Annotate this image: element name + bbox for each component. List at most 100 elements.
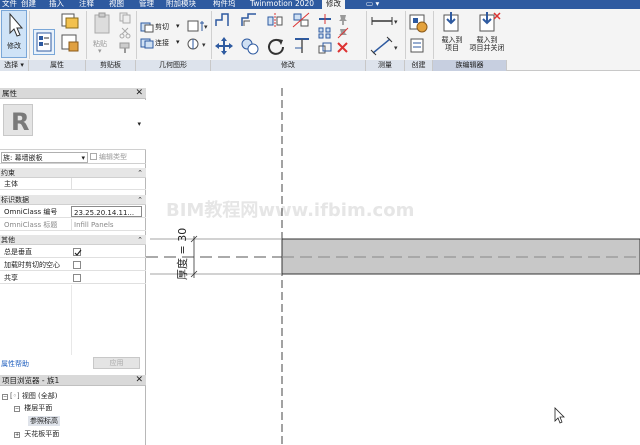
offset-button[interactable]: [240, 12, 258, 28]
shared-checkbox[interactable]: [73, 274, 81, 282]
tree-item-views-label: 视图 (全部): [21, 392, 58, 400]
paste-button[interactable]: 粘贴 ▾: [89, 12, 115, 58]
pin-icon: [339, 15, 347, 25]
move-icon: [215, 37, 233, 55]
property-row-cut-with-voids: 加载时剪切的空心: [0, 259, 146, 271]
modify-button[interactable]: 修改: [1, 10, 27, 58]
tab-insert[interactable]: 插入: [49, 0, 64, 9]
family-category-button[interactable]: [60, 33, 80, 53]
array-button[interactable]: [318, 27, 332, 39]
dimension-button[interactable]: ▾: [370, 36, 400, 56]
tab-addins[interactable]: 附加模块: [166, 0, 196, 9]
dimension-label[interactable]: 厚度 = 30: [175, 228, 189, 280]
omniclass-number-value[interactable]: 23.25.20.14.11...: [71, 206, 142, 217]
load-into-project-icon: [443, 12, 459, 32]
create-similar-button[interactable]: [408, 13, 432, 35]
tab-extra-dropdown[interactable]: ▭ ▾: [366, 0, 379, 9]
copy-element-button[interactable]: [240, 36, 260, 56]
paste-dropdown-icon: ▾: [98, 47, 102, 55]
cut-geometry-button[interactable]: 剪切 ▾: [140, 21, 188, 33]
family-type-filter: 族: 幕墙嵌板 ▾ 编辑类型: [0, 151, 146, 164]
copy-button[interactable]: [118, 12, 132, 24]
property-row-host: 主体: [0, 178, 146, 190]
tree-item-ceiling-plans-label: 天花板平面: [24, 430, 60, 438]
properties-button[interactable]: [33, 29, 55, 55]
type-selector[interactable]: R ▾: [0, 100, 146, 150]
tab-create[interactable]: 创建: [21, 0, 36, 9]
expand-toggle-icon: +: [14, 432, 20, 438]
group-constraints[interactable]: 约束 ⌃: [0, 168, 146, 178]
always-vertical-checkbox[interactable]: [73, 248, 82, 256]
match-properties-button[interactable]: [118, 42, 132, 54]
tab-file[interactable]: 文件: [2, 0, 17, 9]
rotate-button[interactable]: [266, 36, 286, 56]
properties-help-link[interactable]: 属性帮助: [1, 359, 29, 369]
cut-clip-button[interactable]: [118, 27, 132, 39]
svg-text:▾: ▾: [394, 44, 398, 52]
mirror-axis-icon: [267, 13, 283, 27]
drawing-area[interactable]: BIM教程网www.ifbim.com 厚度 = 30: [146, 88, 640, 445]
split-face-icon: ▾: [187, 38, 206, 50]
svg-text:R: R: [11, 108, 29, 136]
revit-r-icon: R: [11, 108, 29, 136]
type-selector-dropdown-icon[interactable]: ▾: [137, 120, 141, 128]
tab-view[interactable]: 视图: [109, 0, 124, 9]
apply-button[interactable]: 应用: [93, 357, 140, 369]
edit-type-button[interactable]: 编辑类型: [90, 152, 142, 163]
wall-joins-button[interactable]: ▾: [186, 19, 210, 33]
create-panel-label: 创建: [405, 60, 433, 71]
tree-item-floor-plans[interactable]: − 楼层平面: [14, 403, 52, 413]
mirror-draw-axis-button[interactable]: [292, 12, 310, 28]
split-element-icon: [319, 14, 331, 24]
scale-button[interactable]: [318, 42, 332, 54]
tab-component-dock[interactable]: 构件坞: [213, 0, 236, 9]
close-icon[interactable]: ✕: [135, 88, 143, 99]
collapse-icon: ⌃: [137, 196, 143, 204]
offset-icon: [241, 13, 256, 26]
delete-button[interactable]: [336, 42, 350, 54]
tree-item-ref-level[interactable]: 参照标高: [28, 416, 60, 426]
rotate-icon: [268, 38, 284, 55]
apply-label: 应用: [109, 359, 124, 367]
project-browser-title: 项目浏览器 - 族1: [2, 376, 60, 385]
family-types-icon: [61, 13, 79, 29]
tab-twinmotion[interactable]: Twinmotion 2020: [250, 0, 314, 9]
measure-button[interactable]: ▾: [370, 13, 400, 29]
trim-extend-icon: [295, 38, 309, 53]
join-geometry-button[interactable]: 连接 ▾: [140, 37, 188, 49]
tab-modify[interactable]: 修改: [322, 0, 345, 9]
dimension-icon: ▾: [370, 36, 398, 56]
tree-item-views[interactable]: − [◦] 视图 (全部): [2, 391, 58, 401]
measure-icon: ▾: [371, 17, 398, 26]
group-other[interactable]: 其他 ⌃: [0, 235, 146, 245]
properties-icon: [36, 32, 52, 52]
tree-item-ref-level-label: 参照标高: [30, 417, 58, 425]
move-button[interactable]: [214, 36, 234, 56]
split-element-button[interactable]: [318, 13, 332, 25]
value-column-divider: [71, 285, 72, 355]
select-panel-dropdown[interactable]: 选择 ▾: [0, 60, 29, 71]
options-bar: [0, 71, 640, 88]
pin-button[interactable]: [336, 27, 350, 39]
load-into-project-close-button[interactable]: 载入到 项目并关闭: [468, 11, 506, 59]
panel-body[interactable]: [281, 238, 640, 275]
split-face-button[interactable]: ▾: [186, 37, 210, 51]
tab-annotate[interactable]: 注释: [79, 0, 94, 9]
load-into-project-button[interactable]: 载入到 项目: [436, 11, 466, 59]
trim-extend-button[interactable]: [292, 36, 312, 56]
tab-manage[interactable]: 管理: [139, 0, 154, 9]
cut-with-voids-checkbox[interactable]: [73, 261, 81, 269]
align-button[interactable]: [214, 12, 232, 28]
family-dropdown[interactable]: 族: 幕墙嵌板 ▾: [1, 152, 88, 163]
collapse-toggle-icon: −: [2, 394, 8, 400]
create-similar-icon: [409, 14, 428, 33]
group-identity[interactable]: 标识数据 ⌃: [0, 195, 146, 205]
drawing-svg: BIM教程网www.ifbim.com 厚度 = 30: [146, 88, 640, 445]
close-icon[interactable]: ✕: [135, 375, 143, 386]
mirror-axis-button[interactable]: [266, 12, 284, 28]
family-category-params-button[interactable]: [408, 37, 432, 55]
unpin-button[interactable]: [336, 13, 350, 25]
array-icon: [318, 27, 331, 39]
family-types-button[interactable]: [60, 12, 80, 30]
tree-item-ceiling-plans[interactable]: + 天花板平面: [14, 429, 59, 439]
